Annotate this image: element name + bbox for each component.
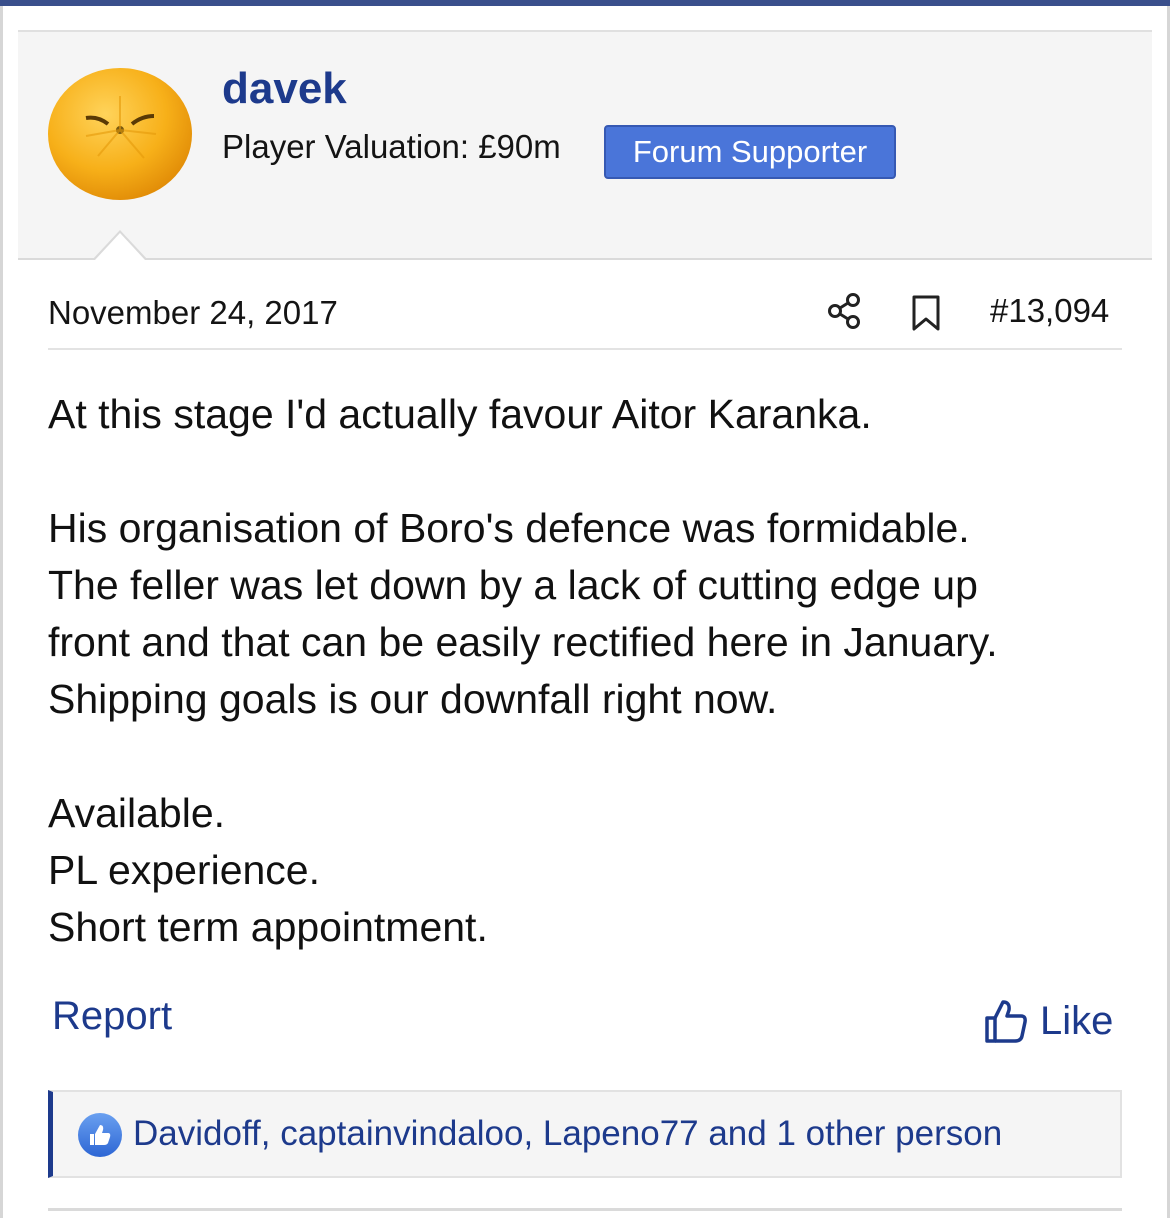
post-paragraph: Available. PL experience. Short term app… (48, 785, 1138, 956)
bookmark-icon[interactable] (910, 294, 942, 332)
like-button[interactable]: Like (984, 996, 1113, 1046)
post-date[interactable]: November 24, 2017 (48, 294, 338, 332)
post-line: front and that can be easily rectified h… (48, 619, 998, 665)
reaction-users[interactable]: Davidoff, captainvindaloo, Lapeno77 and … (133, 1114, 1002, 1154)
post-body: At this stage I'd actually favour Aitor … (48, 386, 1138, 1013)
forum-supporter-badge: Forum Supporter (604, 125, 896, 179)
post-paragraph: His organisation of Boro's defence was f… (48, 500, 1138, 728)
post-line: At this stage I'd actually favour Aitor … (48, 391, 872, 437)
player-valuation: Player Valuation: £90m (222, 128, 561, 165)
username[interactable]: davek (222, 64, 347, 114)
like-label: Like (1040, 998, 1114, 1043)
avatar[interactable] (46, 66, 194, 206)
post-line: His organisation of Boro's defence was f… (48, 505, 970, 551)
post-line: Shipping goals is our downfall right now… (48, 676, 778, 722)
divider (48, 1208, 1122, 1211)
like-reaction-icon (78, 1113, 122, 1157)
thumbs-up-icon (985, 1000, 1027, 1043)
share-icon[interactable] (827, 292, 863, 330)
post-line: The feller was let down by a lack of cut… (48, 562, 978, 608)
post-line: Available. (48, 790, 226, 836)
divider (48, 348, 1122, 350)
report-link[interactable]: Report (52, 994, 172, 1039)
post-paragraph: At this stage I'd actually favour Aitor … (48, 386, 1138, 443)
post-number[interactable]: #13,094 (990, 292, 1109, 330)
post-line: Short term appointment. (48, 904, 488, 950)
post-line: PL experience. (48, 847, 320, 893)
reactions-bar[interactable]: Davidoff, captainvindaloo, Lapeno77 and … (48, 1090, 1122, 1178)
